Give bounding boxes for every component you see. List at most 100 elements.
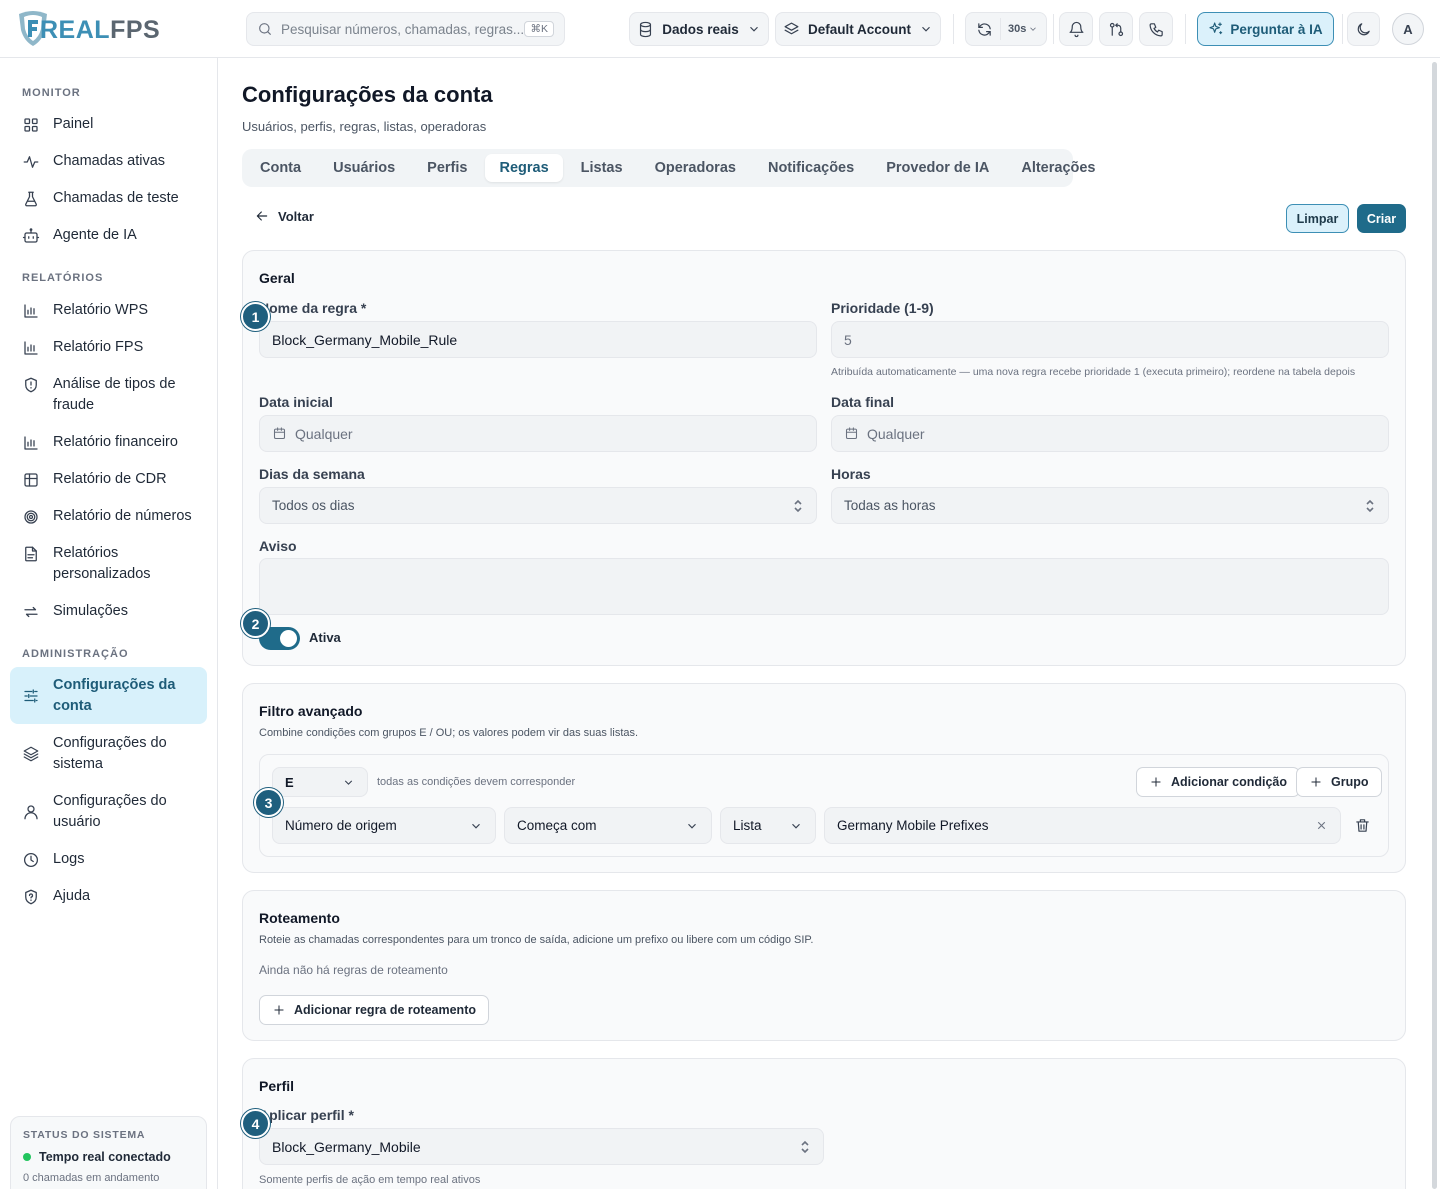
sidebar-item-label: Relatório WPS — [53, 302, 149, 318]
advanced-filter-description: Combine condições com grupos E / OU; os … — [259, 727, 639, 739]
sidebar-item-label: Simulações — [53, 603, 128, 619]
priority-input[interactable]: 5 — [831, 321, 1389, 358]
sidebar-item-relatorio-cdr[interactable]: Relatório de CDR — [10, 469, 207, 490]
sidebar-item-ajuda[interactable]: Ajuda — [10, 886, 207, 907]
activity-icon — [23, 156, 39, 168]
group-operator-select[interactable]: E — [272, 767, 368, 797]
brand-logo[interactable]: REALFPS — [16, 8, 160, 48]
add-condition-button[interactable]: Adicionar condição — [1136, 767, 1300, 797]
database-icon — [640, 21, 652, 37]
refresh-control[interactable]: 30s — [965, 12, 1047, 46]
sidebar-item-label: Relatório de CDR — [53, 471, 167, 487]
connection-status-text: Tempo real conectado — [39, 1150, 171, 1164]
ask-ai-label: Perguntar à IA — [1230, 21, 1323, 37]
tab-conta[interactable]: Conta — [246, 154, 315, 182]
refresh-icon[interactable] — [976, 21, 993, 38]
weekdays-select[interactable]: Todos os dias — [259, 487, 817, 524]
sidebar-item-label: Relatório FPS — [53, 339, 144, 355]
sidebar-item-relatorio-financeiro[interactable]: Relatório financeiro — [10, 432, 207, 453]
end-date-placeholder: Qualquer — [867, 425, 925, 442]
phone-button[interactable] — [1139, 12, 1173, 46]
hours-label: Horas — [831, 466, 871, 482]
sidebar-section-monitor: MONITOR — [22, 87, 81, 99]
condition-value-select[interactable]: Germany Mobile Prefixes — [824, 807, 1341, 844]
priority-hint: Atribuída automaticamente — uma nova reg… — [831, 366, 1356, 378]
end-date-picker[interactable]: Qualquer — [831, 415, 1389, 452]
sidebar-item-configuracoes-conta[interactable]: Configurações da conta — [10, 667, 207, 724]
chevron-down-icon — [922, 26, 930, 32]
routing-button[interactable] — [1099, 12, 1133, 46]
tab-operadoras[interactable]: Operadoras — [641, 154, 750, 182]
apply-profile-value: Block_Germany_Mobile — [272, 1138, 421, 1155]
sidebar-item-agente-ia[interactable]: Agente de IA — [10, 225, 207, 246]
condition-source-value: Lista — [733, 818, 762, 833]
add-routing-rule-button[interactable]: Adicionar regra de roteamento — [259, 995, 489, 1025]
tab-listas[interactable]: Listas — [567, 154, 637, 182]
profile-card: Perfil Aplicar perfil * Block_Germany_Mo… — [242, 1058, 1406, 1189]
sidebar-item-configuracoes-sistema[interactable]: Configurações do sistema — [10, 733, 207, 775]
bar-chart-icon — [24, 436, 38, 450]
sidebar-item-relatorios-personalizados[interactable]: Relatórios personalizados — [10, 543, 207, 585]
theme-toggle-button[interactable] — [1347, 12, 1380, 46]
delete-condition-icon[interactable] — [1354, 817, 1371, 834]
page-scrollbar[interactable] — [1432, 62, 1437, 1189]
tab-notificacoes[interactable]: Notificações — [754, 154, 868, 182]
tab-perfis[interactable]: Perfis — [413, 154, 481, 182]
tab-provedor-ia[interactable]: Provedor de IA — [872, 154, 1003, 182]
sidebar-item-configuracoes-usuario[interactable]: Configurações do usuário — [10, 791, 207, 833]
sidebar-item-relatorio-numeros[interactable]: Relatório de números — [10, 506, 207, 527]
sidebar-item-label: Relatório financeiro — [53, 434, 178, 450]
sidebar-item-chamadas-ativas[interactable]: Chamadas ativas — [10, 151, 207, 172]
condition-source-select[interactable]: Lista — [720, 807, 816, 844]
sidebar-item-label: Relatórios personalizados — [53, 545, 151, 582]
create-button[interactable]: Criar — [1357, 204, 1406, 233]
tab-usuarios[interactable]: Usuários — [319, 154, 409, 182]
refresh-divider — [1000, 18, 1001, 40]
arrow-left-icon — [256, 211, 268, 221]
sidebar-section-relatorios: RELATÓRIOS — [22, 272, 104, 284]
tab-alteracoes[interactable]: Alterações — [1007, 154, 1109, 182]
apply-profile-select[interactable]: Block_Germany_Mobile — [259, 1128, 824, 1165]
start-date-picker[interactable]: Qualquer — [259, 415, 817, 452]
sidebar-item-analise-fraude[interactable]: Análise de tipos de fraude — [10, 374, 207, 416]
clear-value-icon[interactable] — [1315, 819, 1328, 832]
condition-comparator-select[interactable]: Começa com — [504, 807, 712, 844]
sidebar-item-label: Relatório de números — [53, 508, 192, 524]
refresh-interval[interactable]: 30s — [1008, 23, 1026, 35]
global-search-input[interactable]: Pesquisar números, chamadas, regras... ⌘… — [246, 12, 565, 46]
data-source-select[interactable]: Dados reais — [629, 12, 769, 46]
sidebar-item-relatorio-wps[interactable]: Relatório WPS — [10, 300, 207, 321]
rule-name-input[interactable]: Block_Germany_Mobile_Rule — [259, 321, 817, 358]
notifications-button[interactable] — [1059, 12, 1093, 46]
sidebar-item-relatorio-fps[interactable]: Relatório FPS — [10, 337, 207, 358]
active-toggle-label: Ativa — [309, 630, 341, 645]
user-avatar[interactable]: A — [1392, 13, 1424, 45]
sidebar-item-label: Ajuda — [53, 888, 91, 904]
sidebar-item-painel[interactable]: Painel — [10, 114, 207, 135]
account-select[interactable]: Default Account — [775, 12, 941, 46]
back-button[interactable]: Voltar — [254, 208, 314, 224]
add-group-label: Grupo — [1331, 775, 1369, 789]
header-divider — [953, 14, 954, 44]
target-icon — [24, 510, 38, 524]
sidebar-item-label: Agente de IA — [53, 227, 137, 243]
sidebar-item-chamadas-teste[interactable]: Chamadas de teste — [10, 188, 207, 209]
condition-value: Germany Mobile Prefixes — [837, 818, 989, 833]
warning-textarea[interactable] — [259, 558, 1389, 615]
group-operator-value: E — [285, 774, 294, 790]
system-status-title: STATUS DO SISTEMA — [23, 1129, 146, 1141]
priority-label: Prioridade (1-9) — [831, 300, 934, 316]
hours-value: Todas as horas — [844, 498, 936, 513]
condition-field-select[interactable]: Número de origem — [272, 807, 496, 844]
back-label: Voltar — [278, 208, 314, 224]
clear-button[interactable]: Limpar — [1286, 204, 1349, 233]
chevron-updown-icon — [801, 1140, 809, 1153]
sidebar-item-logs[interactable]: Logs — [10, 849, 207, 870]
hours-select[interactable]: Todas as horas — [831, 487, 1389, 524]
clock-icon — [23, 852, 39, 868]
advanced-filter-title: Filtro avançado — [259, 703, 363, 719]
sidebar-item-simulacoes[interactable]: Simulações — [10, 601, 207, 622]
ask-ai-button[interactable]: Perguntar à IA — [1197, 12, 1334, 46]
tab-regras[interactable]: Regras — [485, 154, 563, 182]
add-group-button[interactable]: Grupo — [1296, 767, 1382, 797]
